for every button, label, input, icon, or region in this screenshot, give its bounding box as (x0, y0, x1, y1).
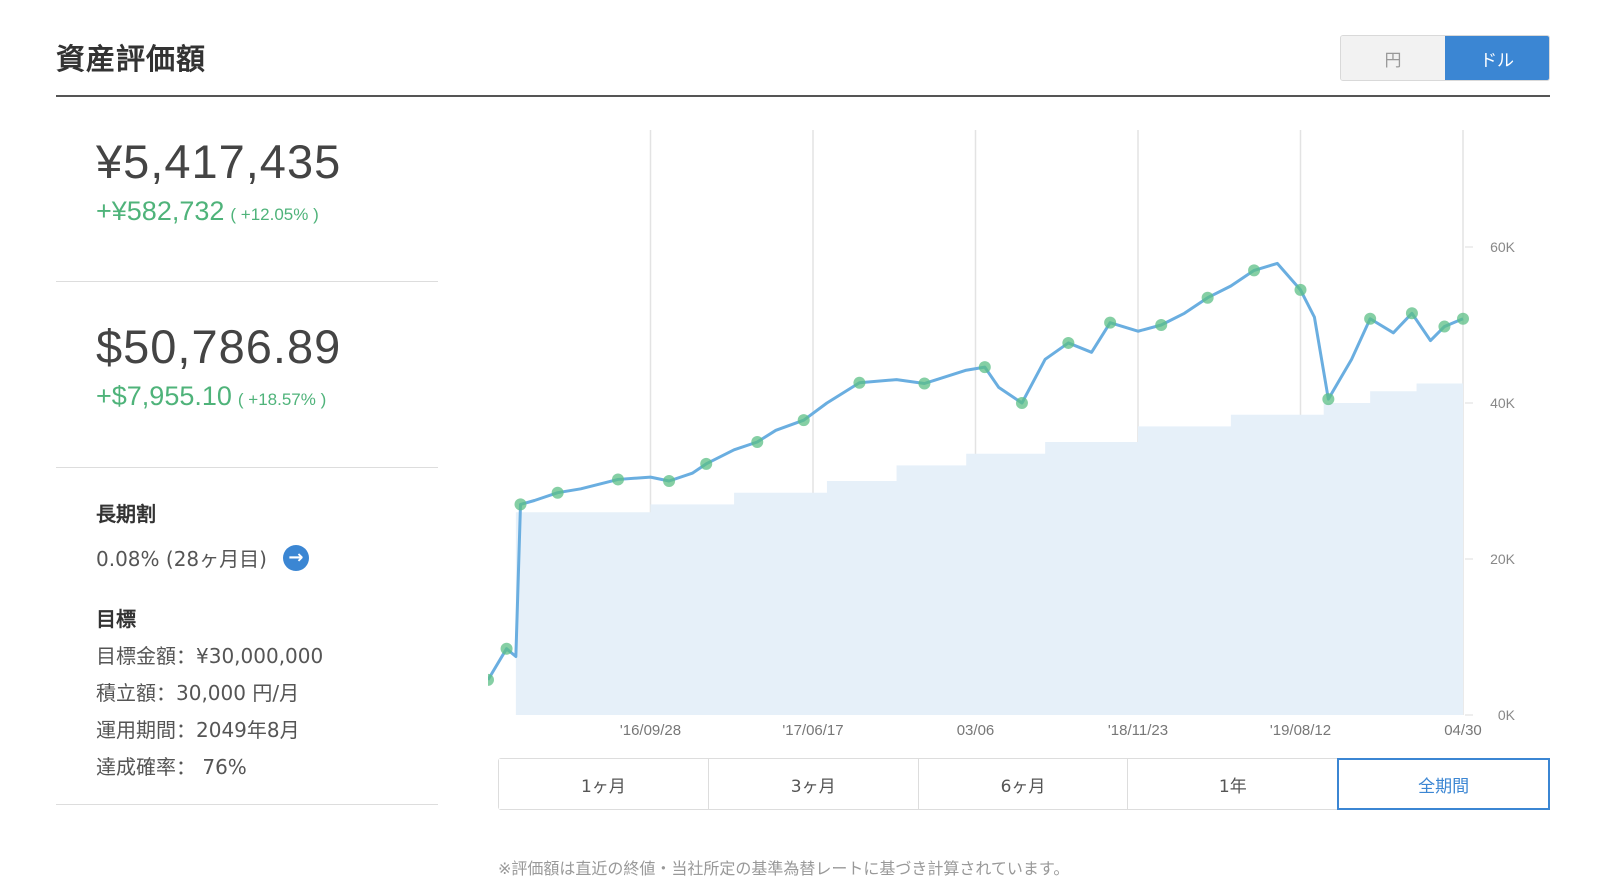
yen-gain-percent: ( +12.05% ) (230, 205, 319, 224)
tab-all-period[interactable]: 全期間 (1337, 758, 1550, 810)
data-point-marker (500, 642, 513, 655)
data-point-marker (1248, 264, 1261, 277)
data-point-marker (514, 498, 527, 511)
data-point-marker (1364, 312, 1377, 325)
tab-6-months[interactable]: 6ヶ月 (918, 759, 1129, 809)
long-term-label: 長期割 (96, 502, 156, 526)
x-tick-label: 03/06 (957, 722, 995, 739)
data-point-marker (797, 414, 810, 427)
usd-gain: +$7,955.10 ( +18.57% ) (96, 381, 326, 412)
summary-divider-1 (56, 281, 438, 282)
data-point-marker (1322, 393, 1335, 406)
asset-value-chart: '16/09/28 '17/06/17 03/06 '18/11/23 '19/08/1… (488, 130, 1558, 740)
usd-summary: $50,786.89 +$7,955.10 ( +18.57% ) (56, 315, 438, 455)
data-point-marker (1015, 397, 1028, 409)
data-point-marker (612, 473, 624, 486)
data-point-marker (551, 486, 564, 499)
data-point-marker (700, 457, 713, 470)
y-tick-label: 60K (1490, 239, 1516, 255)
footnote: ※評価額は直近の終値・当社所定の基準為替レートに基づき計算されています。 (498, 859, 1070, 878)
x-tick-label: '18/11/23 (1108, 722, 1168, 739)
goal-monthly-contribution: 積立額：30,000 円/月 (96, 681, 300, 705)
data-point-marker (1438, 320, 1451, 333)
summary-divider-3 (56, 804, 438, 805)
period-tabs: 1ヶ月 3ヶ月 6ヶ月 1年 全期間 (498, 758, 1550, 810)
tab-1-year[interactable]: 1年 (1128, 759, 1339, 809)
data-point-marker (1294, 283, 1307, 296)
data-point-marker (853, 376, 866, 389)
data-point-marker (1457, 312, 1469, 325)
long-term-value-row: 0.08% (28ヶ月目) → (96, 543, 309, 572)
tab-1-month[interactable]: 1ヶ月 (499, 759, 709, 809)
currency-toggle[interactable]: 円 ドル (1340, 35, 1550, 81)
yen-summary: ¥5,417,435 +¥582,732 ( +12.05% ) (56, 130, 438, 270)
yen-gain: +¥582,732 ( +12.05% ) (96, 196, 319, 227)
page-title: 資産評価額 (56, 42, 207, 76)
y-tick-label: 20K (1490, 551, 1516, 567)
data-point-marker (978, 361, 991, 374)
usd-gain-percent: ( +18.57% ) (237, 390, 327, 409)
x-tick-label: '16/09/28 (620, 722, 681, 739)
data-point-marker (1104, 316, 1117, 329)
data-point-marker (1155, 319, 1168, 331)
data-point-marker (1062, 336, 1075, 349)
data-point-marker (1405, 307, 1418, 320)
data-point-marker (751, 436, 764, 448)
header-divider (56, 95, 1550, 97)
tab-3-months[interactable]: 3ヶ月 (708, 759, 919, 809)
x-tick-label: '17/06/17 (782, 722, 843, 739)
data-point-marker (918, 377, 931, 390)
summary-divider-2 (56, 467, 438, 468)
asset-value-chart-svg: '16/09/28 '17/06/17 03/06 '18/11/23 '19/08/1… (488, 130, 1516, 739)
long-term-value: 0.08% (28ヶ月目) (96, 547, 267, 571)
goal-probability: 達成確率： 76% (96, 755, 247, 779)
arrow-right-icon[interactable]: → (282, 544, 309, 571)
y-tick-label: 40K (1490, 395, 1516, 411)
goal-period: 運用期間：2049年8月 (96, 718, 300, 742)
x-tick-label: '19/08/12 (1270, 722, 1331, 739)
data-point-marker (663, 475, 676, 487)
currency-usd-button[interactable]: ドル (1445, 36, 1549, 80)
usd-gain-amount: +$7,955.10 (96, 381, 232, 411)
x-tick-label: 04/30 (1444, 722, 1482, 739)
y-tick-label: 0K (1498, 707, 1516, 723)
currency-yen-button[interactable]: 円 (1341, 36, 1445, 80)
goal-target-amount: 目標金額：¥30,000,000 (96, 644, 324, 668)
usd-total-amount: $50,786.89 (96, 320, 342, 373)
yen-gain-amount: +¥582,732 (96, 196, 225, 226)
yen-total-amount: ¥5,417,435 (96, 135, 342, 188)
goal-label: 目標 (96, 607, 136, 631)
data-point-marker (488, 673, 494, 686)
data-point-marker (1201, 291, 1214, 304)
